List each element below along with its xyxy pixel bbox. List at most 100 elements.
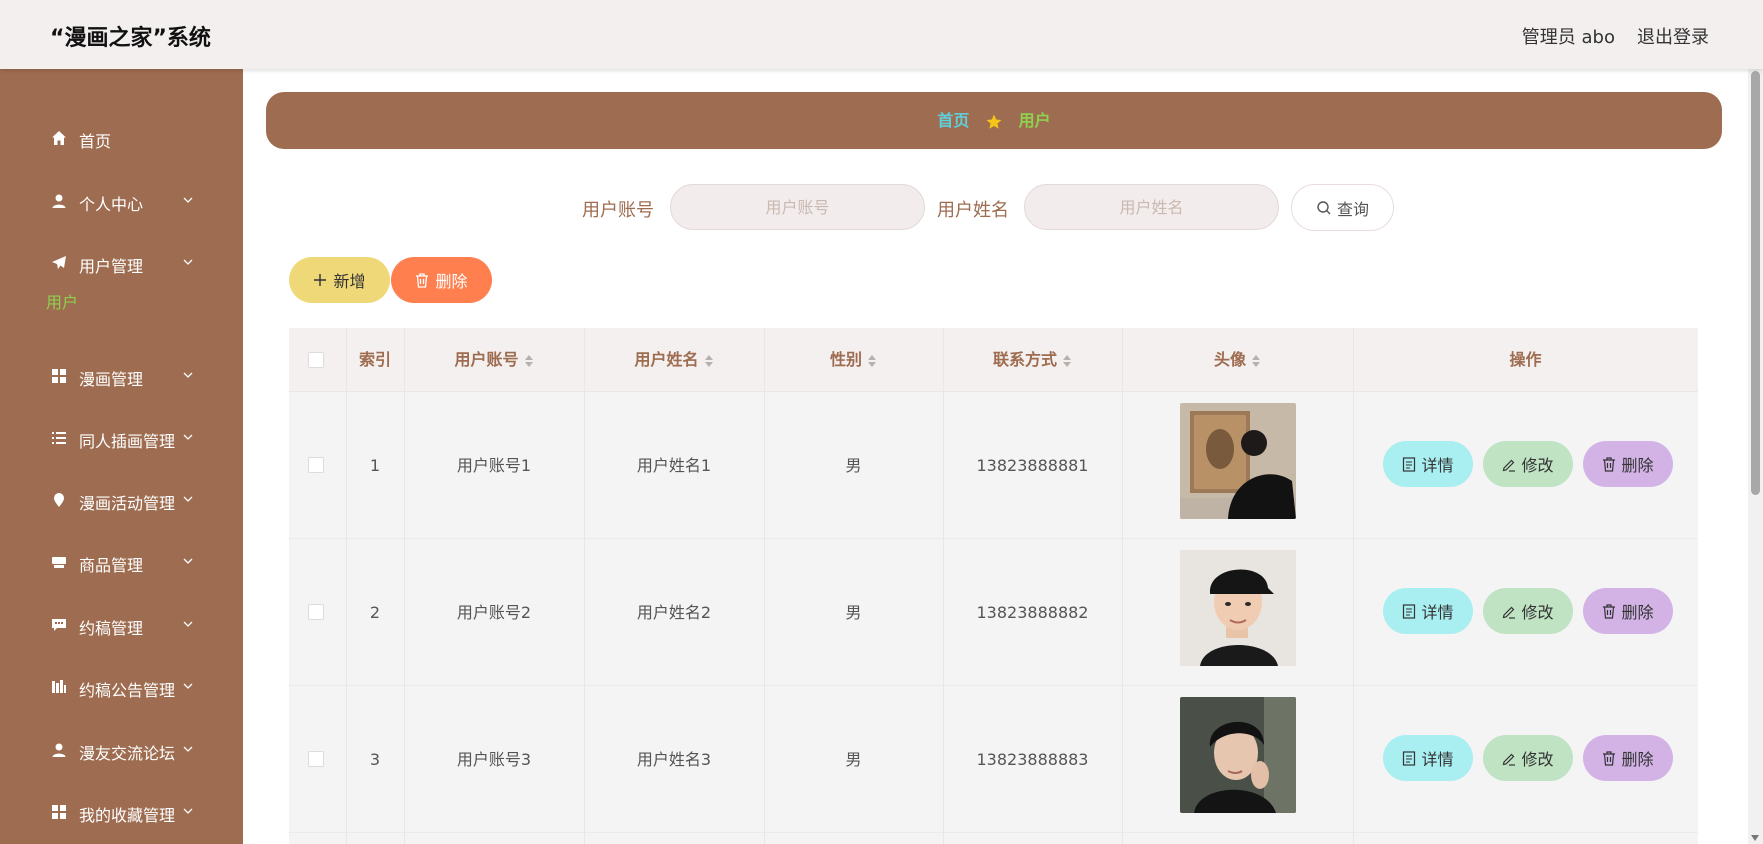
- column-divider: [404, 328, 405, 844]
- delete-button[interactable]: 删除: [1583, 588, 1673, 634]
- top-header: “漫画之家”系统 管理员 abo 退出登录: [0, 0, 1763, 69]
- sidebar-item-user-management[interactable]: 用户管理: [0, 242, 243, 282]
- col-index: 索引: [358, 350, 391, 369]
- name-search-label: 用户姓名: [937, 200, 1009, 221]
- avatar-image[interactable]: [1180, 550, 1296, 666]
- chevron-down-icon: [183, 496, 193, 502]
- breadcrumb: 首页 用户: [266, 92, 1722, 149]
- delete-button[interactable]: 删除: [1583, 441, 1673, 487]
- col-gender[interactable]: 性别: [764, 328, 943, 392]
- scrollbar-thumb[interactable]: [1751, 71, 1760, 495]
- name-search-input[interactable]: [1024, 184, 1279, 230]
- list-icon: [52, 432, 66, 444]
- table-row: 1 用户账号1 用户姓名1 男 13823888881 详情 修改 删除: [289, 392, 1698, 539]
- trash-icon: [416, 272, 429, 288]
- batch-delete-label: 删除: [435, 272, 468, 291]
- column-divider: [764, 328, 765, 844]
- sidebar-subitem-users[interactable]: 用户: [46, 289, 78, 313]
- row-checkbox[interactable]: [308, 604, 324, 620]
- location-icon: [54, 493, 64, 507]
- sidebar: 首页 个人中心 用户管理 用户 漫画管理 同人插画管理 漫画活动管理 商品管理 …: [0, 69, 243, 844]
- vertical-scrollbar[interactable]: [1748, 69, 1763, 844]
- sidebar-item-commission-notices[interactable]: 约稿公告管理: [0, 666, 243, 706]
- column-divider: [1122, 328, 1123, 844]
- col-account[interactable]: 用户账号: [404, 328, 584, 392]
- sidebar-item-label: 漫友交流论坛: [79, 744, 176, 763]
- sidebar-item-commissions[interactable]: 约稿管理: [0, 604, 243, 644]
- col-name[interactable]: 用户姓名: [584, 328, 764, 392]
- breadcrumb-home[interactable]: 首页: [937, 111, 969, 130]
- cell-name: 用户姓名3: [636, 750, 712, 769]
- edit-button-label: 修改: [1521, 603, 1554, 622]
- cell-index: 2: [369, 603, 381, 622]
- sidebar-item-profile[interactable]: 个人中心: [0, 180, 243, 220]
- cell-name: 用户姓名1: [636, 456, 712, 475]
- edit-button[interactable]: 修改: [1483, 735, 1573, 781]
- cell-index: 3: [369, 750, 381, 769]
- edit-button[interactable]: 修改: [1483, 588, 1573, 634]
- sort-icon: [868, 354, 876, 367]
- edit-icon: [1503, 753, 1516, 766]
- delete-button-label: 删除: [1621, 456, 1654, 475]
- chevron-down-icon: [183, 808, 193, 814]
- chevron-down-icon: [183, 621, 193, 627]
- edit-button[interactable]: 修改: [1483, 441, 1573, 487]
- document-icon: [1403, 603, 1416, 619]
- trash-icon: [1603, 750, 1616, 766]
- breadcrumb-current: 用户: [1018, 111, 1051, 130]
- sidebar-item-label: 用户管理: [79, 257, 144, 276]
- sidebar-item-home[interactable]: 首页: [0, 117, 243, 157]
- column-divider: [584, 328, 585, 844]
- chevron-down-icon: [183, 746, 193, 752]
- sidebar-item-favorites[interactable]: 我的收藏管理: [0, 791, 243, 831]
- chart-icon: [52, 680, 66, 693]
- query-button[interactable]: 查询: [1291, 184, 1394, 231]
- delete-button-label: 删除: [1621, 603, 1654, 622]
- table-row: [289, 833, 1698, 844]
- cell-name: 用户姓名2: [636, 603, 712, 622]
- sort-icon: [524, 354, 533, 367]
- plus-icon: [314, 274, 327, 286]
- chevron-down-icon: [183, 558, 193, 564]
- detail-button[interactable]: 详情: [1383, 588, 1473, 634]
- sidebar-item-label: 首页: [79, 132, 112, 151]
- edit-button-label: 修改: [1521, 750, 1554, 769]
- col-actions: 操作: [1509, 350, 1542, 369]
- edit-button-label: 修改: [1521, 456, 1554, 475]
- detail-button[interactable]: 详情: [1383, 441, 1473, 487]
- grid-icon: [52, 805, 66, 819]
- select-all-checkbox[interactable]: [308, 352, 324, 368]
- sidebar-item-comic-management[interactable]: 漫画管理: [0, 355, 243, 395]
- send-icon: [52, 256, 66, 269]
- col-phone[interactable]: 联系方式: [943, 328, 1122, 392]
- scroll-down-arrow-icon[interactable]: [1751, 835, 1759, 841]
- account-search-input[interactable]: [670, 184, 925, 230]
- avatar-image[interactable]: [1180, 403, 1296, 519]
- person-icon: [52, 743, 66, 757]
- delete-button[interactable]: 删除: [1583, 735, 1673, 781]
- sidebar-item-label: 我的收藏管理: [79, 806, 176, 825]
- search-icon: [1317, 200, 1331, 214]
- chevron-down-icon: [183, 683, 193, 689]
- detail-button-label: 详情: [1421, 750, 1454, 769]
- logout-link[interactable]: 退出登录: [1637, 23, 1709, 49]
- sidebar-item-label: 个人中心: [79, 195, 144, 214]
- avatar-image[interactable]: [1180, 697, 1296, 813]
- cell-phone: 13823888881: [976, 456, 1089, 475]
- detail-button[interactable]: 详情: [1383, 735, 1473, 781]
- sidebar-item-comic-events[interactable]: 漫画活动管理: [0, 479, 243, 519]
- cell-index: 1: [369, 456, 381, 475]
- sidebar-item-products[interactable]: 商品管理: [0, 541, 243, 581]
- cell-account: 用户账号2: [456, 603, 532, 622]
- sidebar-item-forum[interactable]: 漫友交流论坛: [0, 729, 243, 769]
- chat-icon: [52, 619, 66, 631]
- add-button[interactable]: 新增: [289, 257, 390, 303]
- detail-button-label: 详情: [1421, 456, 1454, 475]
- sidebar-item-fan-illustration[interactable]: 同人插画管理: [0, 417, 243, 457]
- column-divider: [943, 328, 944, 844]
- col-avatar[interactable]: 头像: [1122, 328, 1353, 392]
- star-icon: [986, 114, 1002, 129]
- row-checkbox[interactable]: [308, 457, 324, 473]
- batch-delete-button[interactable]: 删除: [391, 257, 492, 303]
- row-checkbox[interactable]: [308, 751, 324, 767]
